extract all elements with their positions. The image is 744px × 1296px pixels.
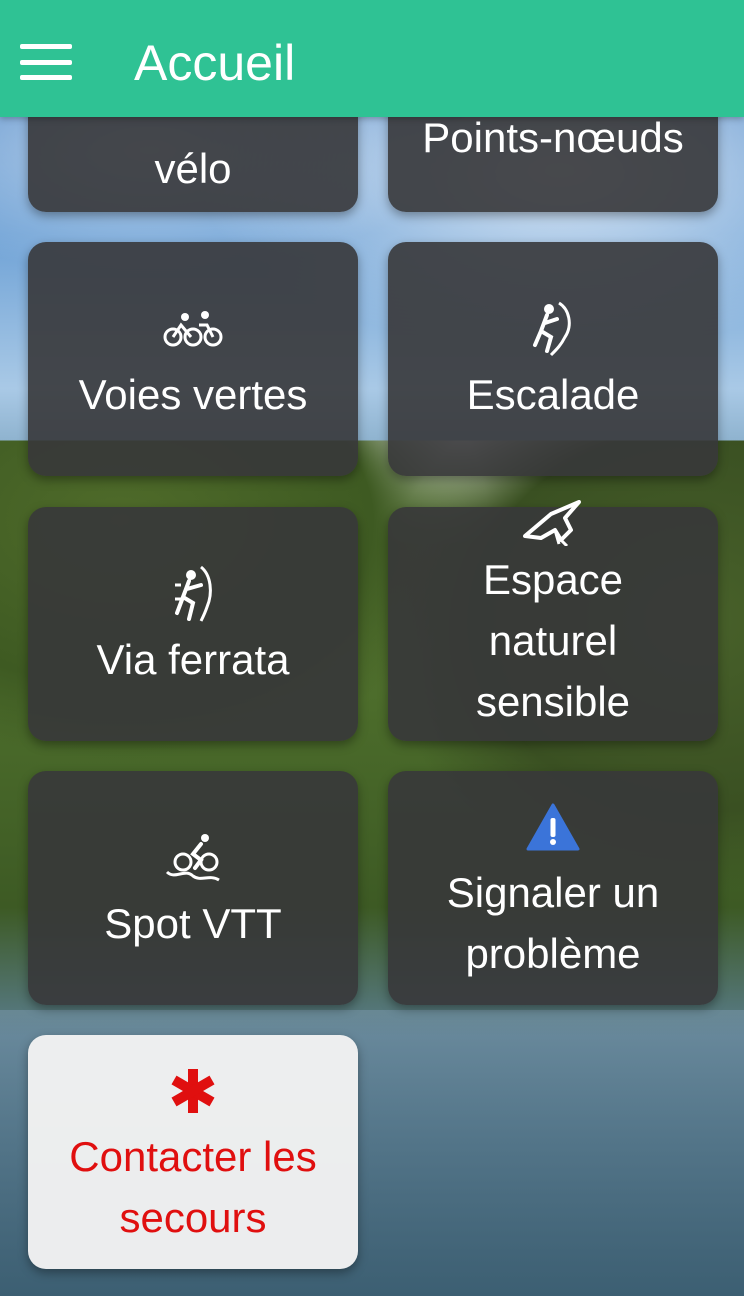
tile-spot-vtt[interactable]: Spot VTT [28, 771, 358, 1005]
tile-label: Via ferrata [96, 635, 290, 683]
via-ferrata-climber-icon [171, 559, 215, 629]
tile-espace-naturel-sensible[interactable]: Espace naturel sensible [388, 500, 718, 741]
tile-label-line: naturel [488, 617, 618, 664]
tile-label-line: Contacter les [69, 1133, 317, 1180]
bird-icon [521, 497, 585, 549]
hamburger-menu-icon[interactable] [20, 44, 72, 80]
tile-escalade[interactable]: Escalade [388, 242, 718, 476]
tile-label-line: sensible [475, 678, 631, 725]
tile-label: Spot VTT [104, 899, 282, 947]
tile-label-line: Espace [482, 556, 624, 603]
tile-label-line: problème [465, 930, 641, 977]
warning-icon [526, 792, 580, 862]
tile-voies-vertes[interactable]: Voies vertes [28, 242, 358, 476]
page-title: Accueil [134, 35, 296, 91]
tile-label: Voies vertes [78, 370, 308, 418]
app-header: Accueil [0, 0, 744, 117]
cyclists-icon [163, 294, 223, 364]
tile-label-line: secours [119, 1194, 267, 1241]
climber-icon [531, 294, 575, 364]
tile-via-ferrata[interactable]: Via ferrata [28, 507, 358, 741]
asterisk-emergency-icon [167, 1056, 219, 1126]
tile-signaler-probleme[interactable]: Signaler un problème [388, 771, 718, 1005]
tile-contacter-secours[interactable]: Contacter les secours [28, 1035, 358, 1269]
tile-label: Escalade [466, 370, 640, 418]
tile-label-line: Signaler un [446, 869, 660, 916]
tile-label: vélo [154, 144, 232, 192]
mountain-bike-icon [165, 823, 221, 893]
